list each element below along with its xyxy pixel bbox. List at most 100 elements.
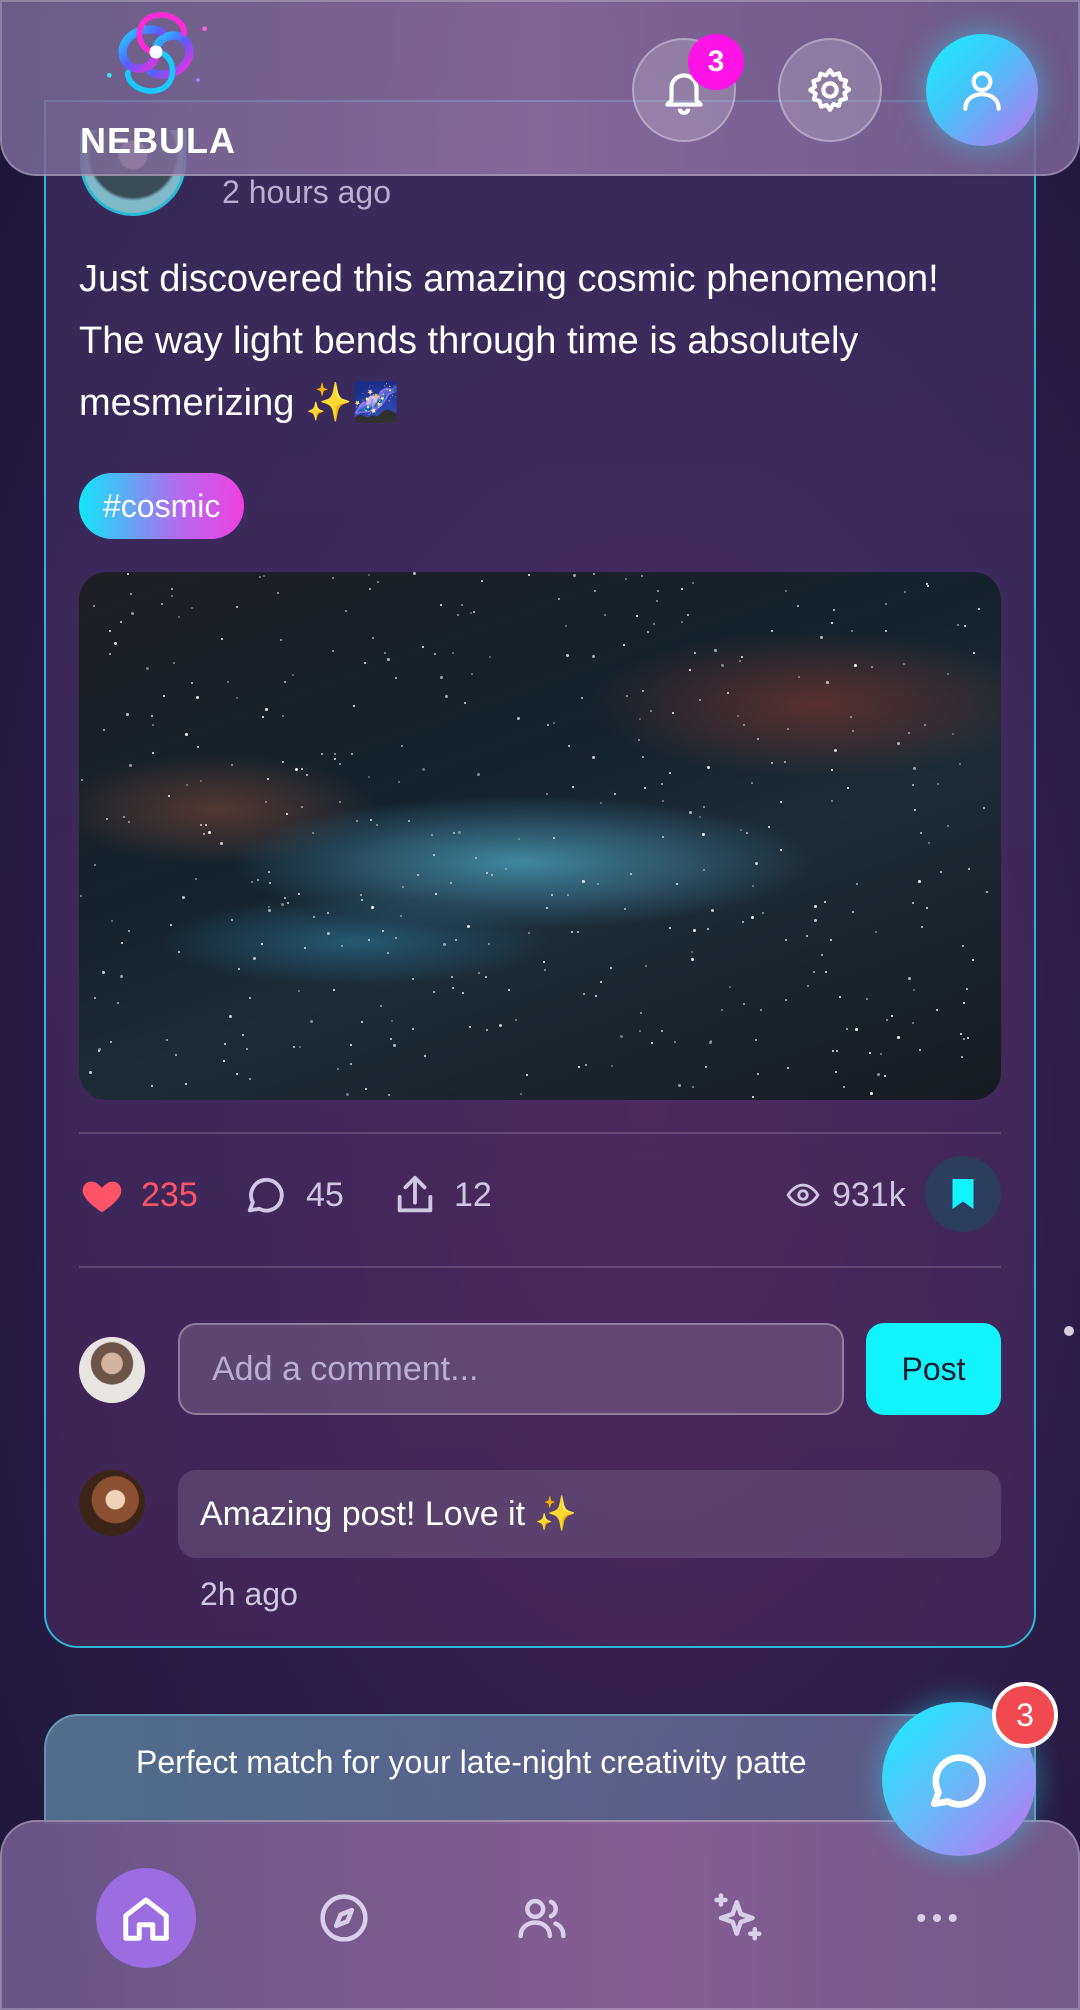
star-dot xyxy=(151,751,154,754)
star-dot xyxy=(660,1030,663,1033)
star-dot xyxy=(762,912,765,915)
star-dot xyxy=(488,656,491,659)
star-dot xyxy=(693,651,696,654)
star-dot xyxy=(487,942,490,945)
star-dot xyxy=(647,631,650,634)
star-dot xyxy=(662,836,665,839)
star-dot xyxy=(896,742,900,746)
nav-people[interactable] xyxy=(492,1868,592,1968)
star-dot xyxy=(375,824,378,826)
star-dot xyxy=(412,977,414,980)
star-dot xyxy=(298,892,301,895)
star-dot xyxy=(462,991,465,994)
star-dot xyxy=(798,675,801,678)
star-dot xyxy=(825,970,828,973)
star-dot xyxy=(485,871,488,874)
nav-sparkle[interactable] xyxy=(689,1868,789,1968)
star-dot xyxy=(737,715,740,718)
star-dot xyxy=(962,944,965,947)
star-dot xyxy=(110,1040,113,1043)
star-dot xyxy=(297,990,300,993)
star-dot xyxy=(370,818,373,821)
compass-icon xyxy=(320,1894,368,1942)
like-button[interactable]: 235 xyxy=(79,1170,198,1220)
star-dot xyxy=(477,772,481,776)
star-dot xyxy=(461,604,464,607)
nav-home[interactable] xyxy=(96,1868,196,1968)
star-dot xyxy=(433,854,436,857)
star-dot xyxy=(268,871,271,874)
star-dot xyxy=(585,1063,588,1066)
star-dot xyxy=(394,937,397,940)
star-dot xyxy=(263,575,266,578)
bookmark-button[interactable] xyxy=(925,1156,1001,1232)
star-dot xyxy=(813,904,817,908)
star-dot xyxy=(553,721,556,724)
star-dot xyxy=(365,1088,368,1091)
star-dot xyxy=(741,920,744,923)
star-dot xyxy=(379,1005,382,1008)
star-dot xyxy=(908,731,911,734)
star-dot xyxy=(619,1034,623,1038)
star-dot xyxy=(400,745,403,748)
comment-button[interactable]: 45 xyxy=(244,1170,344,1220)
post-image[interactable] xyxy=(79,572,1001,1100)
nav-explore[interactable] xyxy=(294,1868,394,1968)
hashtag-chip[interactable]: #cosmic xyxy=(79,473,245,539)
chat-unread-badge: 3 xyxy=(992,1682,1058,1748)
star-dot xyxy=(728,986,731,989)
star-dot xyxy=(399,915,402,918)
star-dot xyxy=(972,959,975,962)
star-dot xyxy=(269,881,272,884)
settings-button[interactable] xyxy=(778,38,882,142)
star-dot xyxy=(359,894,362,897)
star-dot xyxy=(162,694,165,697)
star-dot xyxy=(668,927,671,930)
star-dot xyxy=(850,630,853,633)
star-dot xyxy=(251,880,254,883)
star-dot xyxy=(443,943,447,947)
star-dot xyxy=(182,895,186,899)
star-dot xyxy=(912,1021,915,1024)
post-comment-button[interactable]: Post xyxy=(866,1323,1001,1415)
star-dot xyxy=(751,782,754,785)
star-dot xyxy=(345,610,348,613)
star-dot xyxy=(566,654,570,658)
commenter-avatar[interactable] xyxy=(79,1470,145,1536)
profile-button[interactable] xyxy=(926,34,1038,146)
star-dot xyxy=(451,975,454,978)
star-dot xyxy=(937,782,940,785)
scroll-indicator xyxy=(1064,1326,1074,1336)
star-dot xyxy=(655,599,658,602)
star-dot xyxy=(170,587,173,590)
star-dot xyxy=(361,1020,364,1023)
star-dot xyxy=(97,1048,101,1052)
app-logo[interactable]: NEBULA xyxy=(80,2,240,172)
star-dot xyxy=(903,662,906,665)
star-dot xyxy=(752,1095,755,1098)
star-dot xyxy=(836,1049,839,1052)
star-dot xyxy=(408,820,411,823)
star-dot xyxy=(960,1055,963,1058)
star-dot xyxy=(439,675,443,679)
star-dot xyxy=(514,1019,517,1022)
star-dot xyxy=(567,893,570,896)
people-icon xyxy=(518,1898,566,1939)
star-dot xyxy=(676,883,679,886)
user-icon xyxy=(963,71,1001,111)
star-dot xyxy=(604,614,607,617)
star-dot xyxy=(919,832,922,835)
share-button[interactable]: 12 xyxy=(392,1170,492,1220)
star-dot xyxy=(150,714,153,717)
star-dot xyxy=(832,608,835,611)
star-dot xyxy=(705,1066,708,1069)
star-dot xyxy=(110,920,113,923)
star-dot xyxy=(282,714,285,717)
star-dot xyxy=(367,938,370,941)
star-dot xyxy=(852,730,855,733)
comment-input[interactable] xyxy=(178,1323,844,1415)
star-dot xyxy=(640,1012,643,1015)
star-dot xyxy=(580,697,583,700)
nav-more[interactable] xyxy=(887,1868,987,1968)
star-dot xyxy=(908,976,912,980)
